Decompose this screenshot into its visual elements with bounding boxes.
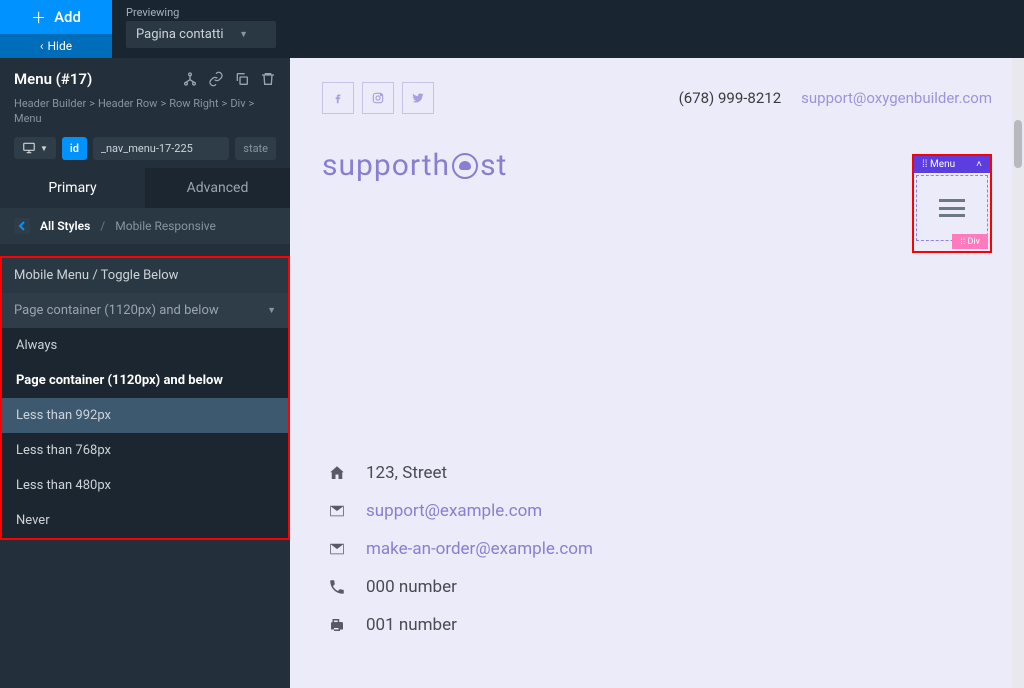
caret-down-icon: ▼ [40, 144, 48, 153]
hide-button[interactable]: ‹ Hide [0, 34, 112, 58]
menu-overlay: ⁞⁞ Menu ˄ ⁞⁞ Div [912, 154, 992, 253]
contact-phone1: 000 number [326, 577, 988, 597]
link-icon[interactable] [208, 71, 224, 87]
styles-current: Mobile Responsive [115, 219, 216, 233]
tab-advanced[interactable]: Advanced [145, 168, 290, 208]
id-badge[interactable]: id [62, 137, 87, 160]
fax-icon [326, 616, 348, 634]
instagram-icon[interactable] [362, 82, 394, 114]
option-never[interactable]: Never [2, 503, 288, 538]
desktop-icon [22, 141, 36, 155]
envelope-icon [326, 502, 348, 520]
plus-icon: ＋ [31, 7, 46, 28]
menu-tag[interactable]: ⁞⁞ Menu ˄ [914, 156, 990, 173]
mobile-menu-section: Mobile Menu / Toggle Below Page containe… [0, 256, 290, 540]
contact-email1[interactable]: support@example.com [326, 501, 988, 521]
topbar: ＋ Add ‹ Hide Previewing Pagina contatti … [0, 0, 1024, 58]
option-1120[interactable]: Page container (1120px) and below [2, 363, 288, 398]
contact-address: 123, Street [326, 463, 988, 483]
caret-down-icon: ▼ [239, 29, 248, 40]
copy-icon[interactable] [234, 71, 250, 87]
facebook-icon[interactable] [322, 82, 354, 114]
option-992[interactable]: Less than 992px [2, 398, 288, 433]
tab-primary[interactable]: Primary [0, 168, 145, 208]
contact-list: 123, Street support@example.com make-an-… [290, 423, 1024, 673]
contact-fax: 001 number [326, 615, 988, 635]
section-title: Mobile Menu / Toggle Below [2, 258, 288, 293]
logo[interactable]: supporth st [322, 148, 507, 183]
preview-select[interactable]: Pagina contatti ▼ [126, 21, 276, 48]
twitter-icon[interactable] [402, 82, 434, 114]
option-480[interactable]: Less than 480px [2, 468, 288, 503]
device-select[interactable]: ▼ [14, 137, 56, 159]
add-button[interactable]: ＋ Add [0, 0, 112, 34]
home-icon [326, 464, 348, 482]
id-value[interactable]: _nav_menu-17-225 [93, 137, 229, 160]
state-select[interactable]: state [235, 137, 276, 160]
contact-email2[interactable]: make-an-order@example.com [326, 539, 988, 559]
hide-label: Hide [48, 39, 73, 53]
caret-down-icon: ▼ [267, 305, 276, 316]
chevron-up-icon: ˄ [976, 159, 982, 170]
hamburger-icon [939, 199, 965, 217]
header-phone: (678) 999-8212 [679, 89, 782, 107]
preview-label: Previewing [126, 6, 276, 19]
back-button[interactable] [14, 218, 30, 234]
header-email[interactable]: support@oxygenbuilder.com [801, 89, 992, 107]
chevron-left-icon: ‹ [40, 39, 44, 53]
div-tag[interactable]: ⁞⁞ Div [952, 234, 988, 249]
option-always[interactable]: Always [2, 328, 288, 363]
hamburger-button[interactable] [916, 175, 988, 241]
preview-value: Pagina contatti [136, 27, 224, 42]
trash-icon[interactable] [260, 71, 276, 87]
sidebar: Menu (#17) Header Builder>Header Row>Row… [0, 58, 290, 688]
styles-root[interactable]: All Styles [40, 219, 90, 233]
scrollbar[interactable] [1012, 58, 1024, 688]
canvas: (678) 999-8212 support@oxygenbuilder.com… [290, 58, 1024, 688]
breakpoint-select[interactable]: Page container (1120px) and below ▼ [2, 293, 288, 328]
cloud-icon [452, 153, 478, 179]
phone-icon [326, 578, 348, 596]
breakpoint-value: Page container (1120px) and below [14, 303, 219, 318]
breakpoint-options: Always Page container (1120px) and below… [2, 328, 288, 538]
panel-title: Menu (#17) [14, 70, 92, 88]
add-label: Add [54, 8, 81, 26]
breadcrumb: Header Builder>Header Row>Row Right>Div>… [14, 96, 276, 127]
structure-icon[interactable] [182, 71, 198, 87]
option-768[interactable]: Less than 768px [2, 433, 288, 468]
envelope-icon [326, 540, 348, 558]
